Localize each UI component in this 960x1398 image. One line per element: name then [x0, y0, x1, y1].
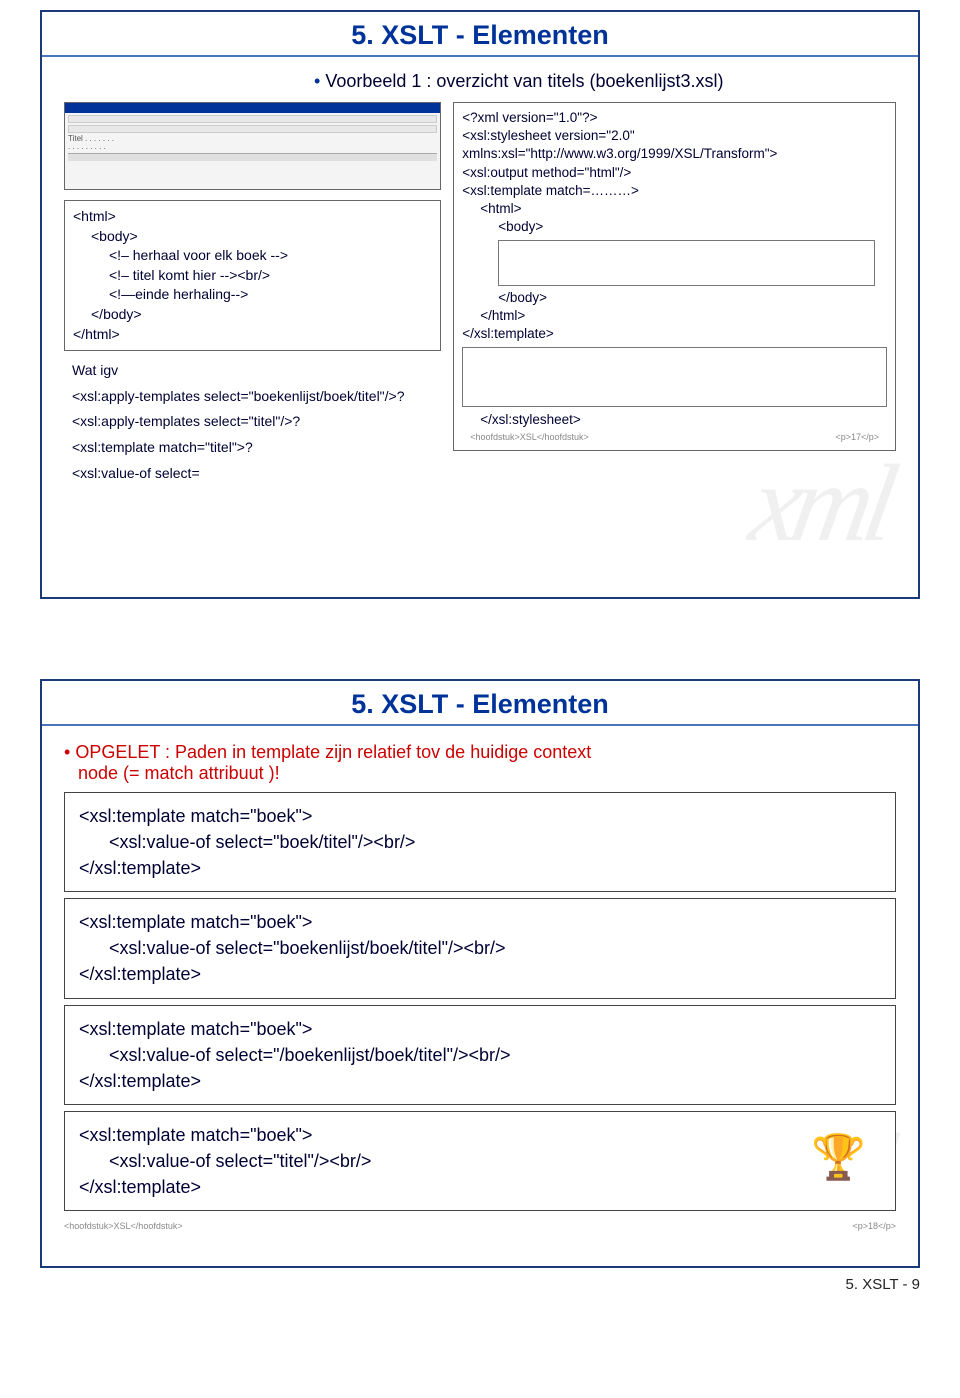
code-line: </body>: [73, 305, 432, 325]
code-line: <xsl:value-of select="/boekenlijst/boek/…: [79, 1042, 881, 1068]
slide-1: 5. XSLT - Elementen xml Voorbeeld 1 : ov…: [40, 10, 920, 599]
code-line: </xsl:template>: [79, 1174, 881, 1200]
code-line: <xsl:template match="boek">: [79, 909, 881, 935]
code-line: <!– titel komt hier --><br/>: [73, 266, 432, 286]
row-top: Titel . . . . . . . . . . . . . . . . <h…: [64, 102, 896, 497]
code-line: <xsl:value-of select="titel"/><br/>: [79, 1148, 881, 1174]
code-line: <?xml version="1.0"?>: [462, 109, 887, 127]
code-line: <xsl:value-of select=: [72, 464, 433, 484]
left-column: Titel . . . . . . . . . . . . . . . . <h…: [64, 102, 441, 497]
browser-thumbnail: Titel . . . . . . . . . . . . . . . .: [64, 102, 441, 190]
code-line: <xsl:apply-templates select="titel"/>?: [72, 412, 433, 432]
right-column: <?xml version="1.0"?> <xsl:stylesheet ve…: [453, 102, 896, 497]
slide-header: 5. XSLT - Elementen: [42, 681, 918, 726]
warn-line-2: node (= match attribuut )!: [64, 763, 280, 783]
code-line: <xsl:template match="boek">: [79, 803, 881, 829]
code-line: <!—einde herhaling-->: [73, 285, 432, 305]
empty-box: [498, 240, 875, 286]
code-line: </xsl:template>: [462, 325, 887, 343]
code-line: Wat igv: [72, 361, 433, 381]
code-line: </html>: [462, 307, 887, 325]
slide-body: xml OPGELET : Paden in template zijn rel…: [42, 726, 918, 1266]
code-line: </xsl:template>: [79, 855, 881, 881]
empty-box: [462, 347, 887, 407]
xsl-code-box: <?xml version="1.0"?> <xsl:stylesheet ve…: [453, 102, 896, 451]
code-block-3: <xsl:template match="boek"> <xsl:value-o…: [64, 1005, 896, 1105]
code-line: </xsl:stylesheet>: [462, 411, 887, 429]
footer-right: <p>17</p>: [835, 431, 879, 443]
wat-igv-box: Wat igv <xsl:apply-templates select="boe…: [64, 359, 441, 489]
slide-footer: <hoofdstuk>XSL</hoofdstuk> <p>18</p>: [64, 1217, 896, 1231]
slide-2-wrap: 5. XSLT - Elementen xml OPGELET : Paden …: [0, 669, 960, 1268]
code-line: <html>: [73, 207, 432, 227]
code-block-4: <xsl:template match="boek"> <xsl:value-o…: [64, 1111, 896, 1211]
code-line: <!– herhaal voor elk boek -->: [73, 246, 432, 266]
html-pseudo-box: <html> <body> <!– herhaal voor elk boek …: [64, 200, 441, 351]
slide-header: 5. XSLT - Elementen: [42, 12, 918, 57]
code-line: <xsl:stylesheet version="2.0" xmlns:xsl=…: [462, 127, 887, 163]
warning-text: OPGELET : Paden in template zijn relatie…: [64, 742, 896, 784]
slide-title: 5. XSLT - Elementen: [52, 689, 908, 720]
code-line: </body>: [462, 289, 887, 307]
slide-footer: <hoofdstuk>XSL</hoofdstuk> <p>17</p>: [462, 429, 887, 443]
code-line: <body>: [73, 227, 432, 247]
code-line: <html>: [462, 200, 887, 218]
code-line: <xsl:value-of select="boek/titel"/><br/>: [79, 829, 881, 855]
code-line: </xsl:template>: [79, 1068, 881, 1094]
code-line: <xsl:template match="boek">: [79, 1016, 881, 1042]
code-block-1: <xsl:template match="boek"> <xsl:value-o…: [64, 792, 896, 892]
code-line: <body>: [462, 218, 887, 236]
code-line: <xsl:template match=………>: [462, 182, 887, 200]
footer-right: <p>18</p>: [852, 1221, 896, 1231]
bullet-voorbeeld: Voorbeeld 1 : overzicht van titels (boek…: [314, 71, 896, 92]
page-number: 5. XSLT - 9: [0, 1268, 960, 1305]
code-line: <xsl:value-of select="boekenlijst/boek/t…: [79, 935, 881, 961]
code-line: <xsl:output method="html"/>: [462, 164, 887, 182]
warn-line-1: OPGELET : Paden in template zijn relatie…: [75, 742, 591, 762]
footer-left: <hoofdstuk>XSL</hoofdstuk>: [470, 431, 589, 443]
footer-left: <hoofdstuk>XSL</hoofdstuk>: [64, 1221, 183, 1231]
code-line: <xsl:template match="titel">?: [72, 438, 433, 458]
code-line: </html>: [73, 325, 432, 345]
code-line: <xsl:apply-templates select="boekenlijst…: [72, 387, 433, 407]
code-line: <xsl:template match="boek">: [79, 1122, 881, 1148]
slide-2: 5. XSLT - Elementen xml OPGELET : Paden …: [40, 679, 920, 1268]
slide-title: 5. XSLT - Elementen: [52, 20, 908, 51]
slide-body: xml Voorbeeld 1 : overzicht van titels (…: [42, 57, 918, 597]
code-line: </xsl:template>: [79, 961, 881, 987]
code-block-2: <xsl:template match="boek"> <xsl:value-o…: [64, 898, 896, 998]
slide-1-wrap: 5. XSLT - Elementen xml Voorbeeld 1 : ov…: [0, 0, 960, 599]
trophy-icon: 🏆: [811, 1131, 866, 1183]
